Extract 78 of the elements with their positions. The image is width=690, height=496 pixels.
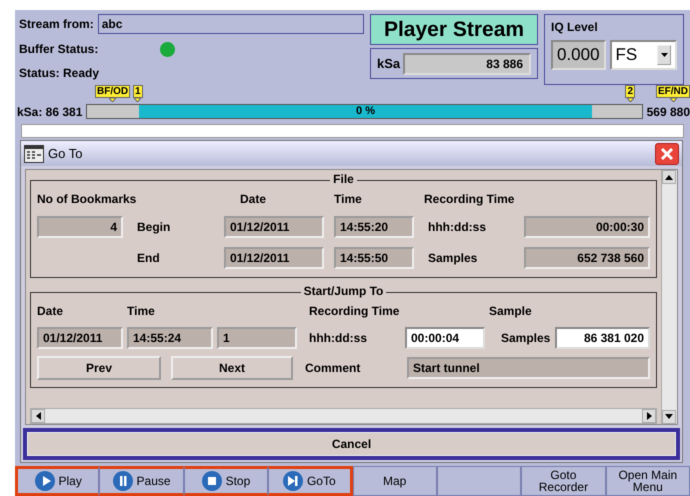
up-arrow-icon[interactable] — [665, 174, 673, 180]
comment-label: Comment — [305, 360, 362, 378]
column-header: No of Bookmarks — [37, 191, 136, 208]
stream-from-label: Stream from: — [19, 16, 94, 33]
ksa-label: kSa — [377, 54, 400, 73]
column-header: Recording Time — [424, 191, 516, 208]
iq-level-title: IQ Level — [551, 19, 599, 36]
bookmark-count-field[interactable]: 4 — [37, 216, 123, 238]
buffer-status-label: Buffer Status: — [19, 41, 98, 58]
samples-label: Samples — [501, 330, 552, 348]
pointer-icon — [626, 98, 634, 102]
value-field[interactable]: 00:00:30 — [524, 216, 650, 238]
column-header: Time — [127, 303, 156, 320]
value-field[interactable]: 652 738 560 — [524, 246, 650, 269]
horizontal-scrollbar[interactable] — [30, 408, 657, 424]
iq-value-field[interactable]: 0.000 — [551, 40, 606, 70]
time-field[interactable]: 14:55:20 — [334, 216, 414, 238]
unit-label: Samples — [427, 250, 478, 267]
close-button[interactable] — [655, 142, 679, 165]
time-field[interactable]: 14:55:24 — [127, 327, 213, 350]
softkey[interactable]: Map — [352, 466, 437, 496]
time-field[interactable]: 14:55:50 — [334, 246, 414, 269]
unselected-range-segment — [87, 105, 140, 118]
softkey[interactable]: Stop — [184, 466, 268, 496]
pointer-icon — [134, 98, 142, 102]
bookmark-marker[interactable]: BF/OD — [95, 84, 130, 98]
play-icon — [34, 470, 55, 491]
left-arrow-icon[interactable] — [36, 412, 40, 420]
index-field[interactable]: 1 — [217, 327, 297, 350]
row-label: End — [136, 250, 161, 267]
vertical-scrollbar[interactable] — [661, 170, 677, 424]
end-sample-label: 569 880 — [646, 104, 690, 121]
column-header: Recording Time — [309, 303, 400, 320]
down-arrow-icon[interactable] — [665, 414, 673, 420]
ksa-field: 83 886 — [403, 52, 531, 74]
cancel-button[interactable]: Cancel — [23, 428, 680, 460]
unselected-range-segment — [592, 105, 642, 118]
bookmark-marker[interactable]: EF/ND — [656, 84, 690, 98]
column-header: Sample — [489, 303, 533, 320]
unit-label: hhh:dd:ss — [309, 330, 368, 348]
softkey[interactable]: GoTo — [268, 466, 352, 496]
skip-icon — [282, 470, 303, 491]
unit-label: hhh:dd:ss — [427, 218, 487, 236]
right-arrow-icon[interactable] — [646, 412, 652, 420]
bookmark-marker[interactable]: 2 — [625, 84, 635, 98]
row-label: Begin — [136, 218, 172, 236]
prev-button[interactable]: Prev — [37, 356, 161, 380]
unit-dropdown[interactable]: FS — [610, 40, 677, 70]
selected-range-bar: 0 % — [139, 105, 592, 118]
date-field[interactable]: 01/12/2011 — [37, 327, 123, 350]
pointer-icon — [109, 98, 116, 102]
next-button[interactable]: Next — [171, 356, 293, 380]
column-header: Time — [334, 191, 363, 208]
recording-time-input[interactable]: 00:00:04 — [405, 327, 485, 350]
caret-icon — [660, 52, 668, 57]
bookmark-marker[interactable]: 1 — [133, 84, 143, 98]
softkey[interactable]: Goto Recorder — [521, 466, 606, 496]
pause-icon — [112, 470, 133, 491]
date-field[interactable]: 01/12/2011 — [224, 216, 324, 238]
softkey[interactable]: Pause — [99, 466, 184, 496]
status-text: Status: Ready — [19, 65, 100, 82]
dialog-title: Go To — [48, 145, 82, 164]
section-title: Start/Jump To — [300, 284, 386, 298]
samples-input[interactable]: 86 381 020 — [555, 327, 650, 350]
stop-icon — [202, 470, 222, 491]
player-stream-title: Player Stream — [370, 14, 538, 45]
softkey[interactable]: Open Main Menu — [606, 466, 690, 496]
column-header: Date — [239, 191, 268, 208]
section-title: File — [330, 172, 357, 186]
window-icon — [24, 144, 44, 163]
pointer-icon — [670, 98, 676, 102]
softkey[interactable]: Play — [15, 466, 100, 496]
comment-field[interactable]: Start tunnel — [407, 357, 650, 380]
close-icon — [660, 146, 674, 161]
date-field[interactable]: 01/12/2011 — [224, 246, 324, 269]
start-sample-label: kSa: 86 381 — [17, 104, 82, 121]
stream-source-field[interactable]: abc — [98, 14, 364, 34]
column-header: Date — [37, 303, 64, 320]
